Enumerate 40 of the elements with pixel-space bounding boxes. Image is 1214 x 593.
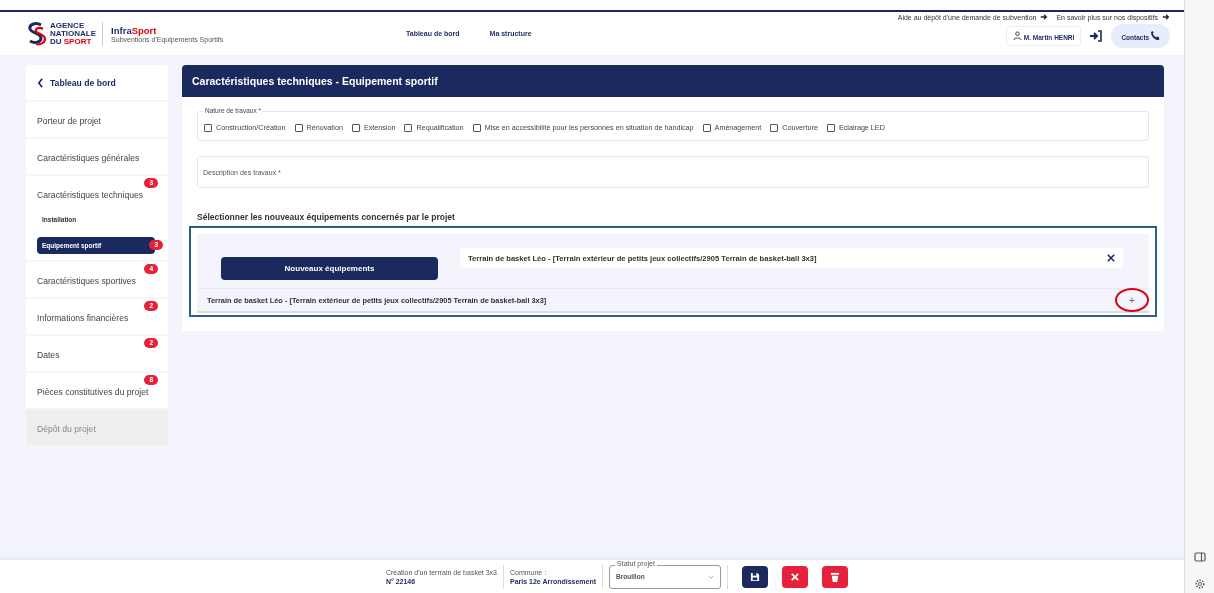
new-equipment-button[interactable]: Nouveaux équipements	[221, 257, 438, 280]
phone-icon	[1151, 31, 1160, 40]
checkbox[interactable]	[770, 123, 779, 132]
checkbox[interactable]	[404, 123, 413, 132]
section-title: Sélectionner les nouveaux équipements concernés par le projet	[197, 212, 456, 222]
app-name: InfraSport	[111, 24, 158, 36]
checkbox[interactable]	[826, 123, 835, 132]
checkbox[interactable]	[294, 123, 303, 132]
checkbox[interactable]	[204, 123, 212, 132]
trash-icon	[830, 571, 841, 582]
logo-mark-icon	[26, 21, 46, 46]
arrow-right-icon	[1040, 13, 1049, 21]
checkbox[interactable]	[472, 123, 481, 132]
sidebar-item[interactable]: Caractéristiques sportives	[37, 276, 136, 286]
sidebar-item: Dépôt du projet	[37, 424, 96, 434]
save-button[interactable]	[742, 565, 769, 588]
agency-logo-text: AGENCE NATIONALE DU SPORT	[50, 21, 104, 46]
caret-icon	[708, 574, 715, 579]
add-button[interactable]: +	[1125, 294, 1139, 306]
close-icon[interactable]	[1107, 254, 1115, 262]
settings-icon[interactable]	[1193, 578, 1206, 590]
back-link[interactable]: Tableau de bord	[26, 65, 168, 102]
sidebar-item[interactable]: Porteur de projet	[37, 116, 101, 126]
sidebar-item[interactable]: Informations financières	[37, 313, 129, 323]
chevron-left-icon	[37, 77, 44, 88]
user-icon	[1013, 31, 1022, 40]
checkbox[interactable]	[351, 123, 360, 132]
sidebar-item[interactable]: Caractéristiques techniques	[37, 190, 144, 200]
close-icon	[790, 571, 801, 582]
sidebar-item[interactable]: Caractéristiques générales	[37, 153, 140, 163]
cancel-button[interactable]	[782, 565, 809, 588]
delete-button[interactable]	[822, 565, 849, 588]
sidebar-item[interactable]: Pièces constitutives du projet	[37, 387, 149, 397]
sidebar-item[interactable]: Dates	[37, 350, 60, 360]
logout-icon[interactable]	[1089, 30, 1104, 42]
checkbox[interactable]	[702, 123, 711, 132]
arrow-right-icon	[1162, 13, 1170, 21]
save-icon	[750, 571, 761, 582]
panel-title: Caractéristiques techniques - Equipement sportif	[182, 65, 1164, 97]
sidebar-toggle-icon[interactable]	[1193, 551, 1206, 563]
